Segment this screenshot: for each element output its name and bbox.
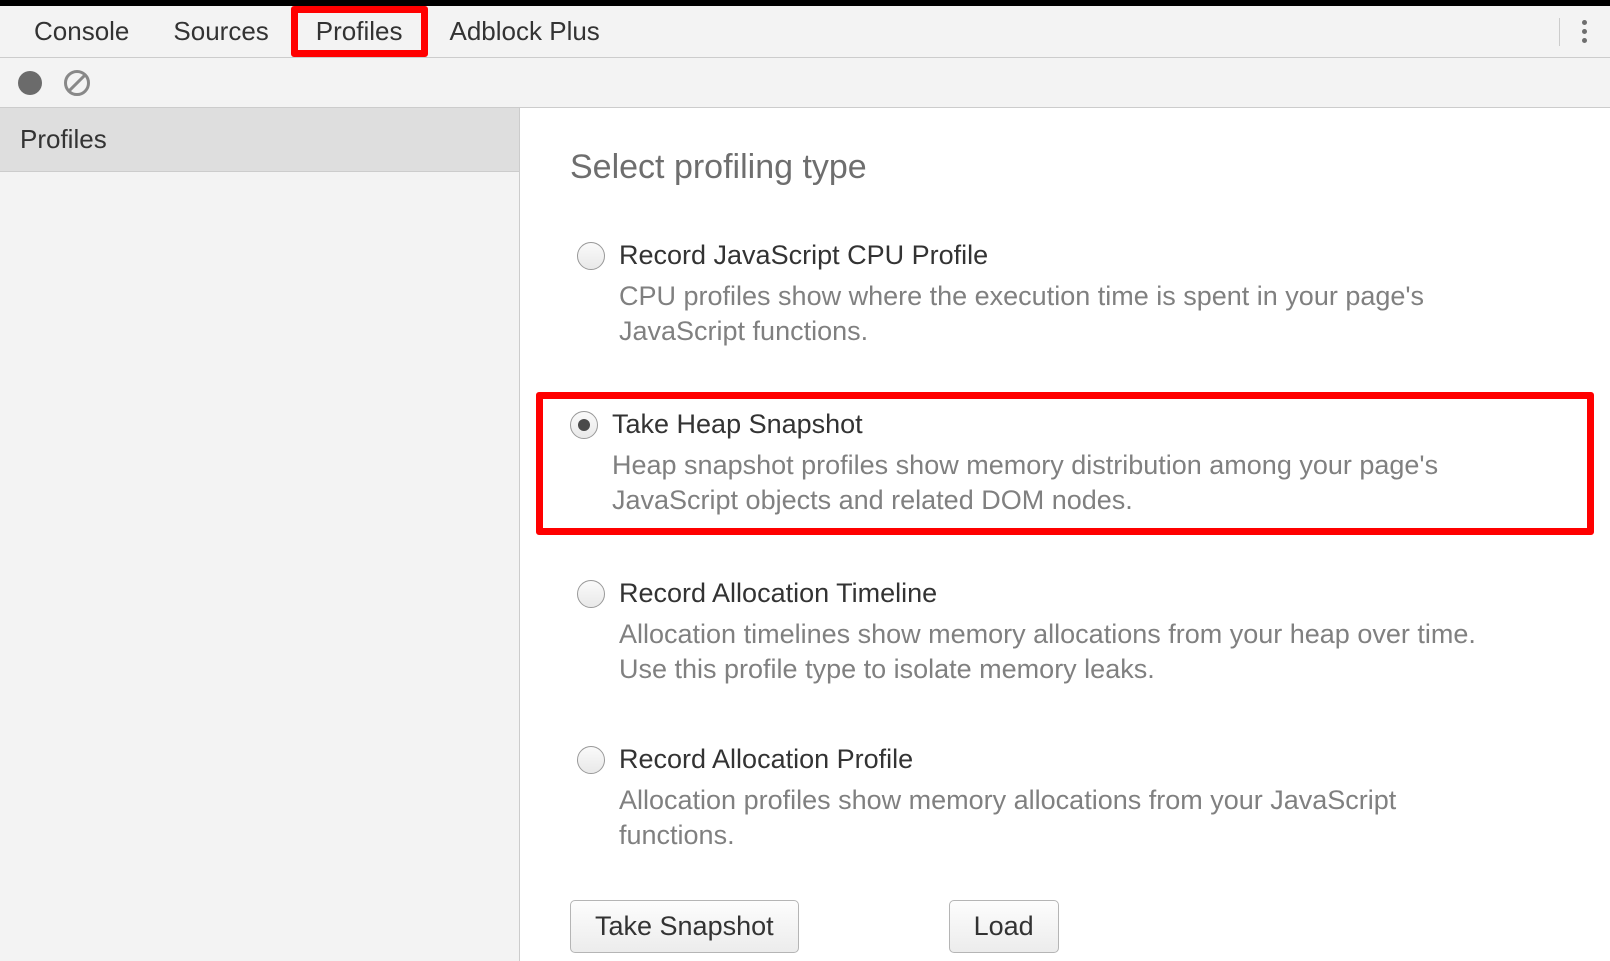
radio-icon[interactable] bbox=[570, 411, 598, 439]
option-desc: Heap snapshot profiles show memory distr… bbox=[612, 448, 1512, 518]
tab-adblock-plus[interactable]: Adblock Plus bbox=[428, 6, 622, 57]
option-heap-snapshot[interactable]: Take Heap Snapshot Heap snapshot profile… bbox=[536, 392, 1594, 535]
option-desc: CPU profiles show where the execution ti… bbox=[619, 279, 1519, 349]
record-icon[interactable] bbox=[18, 71, 42, 95]
option-allocation-timeline[interactable]: Record Allocation Timeline Allocation ti… bbox=[560, 565, 1570, 700]
option-cpu-profile[interactable]: Record JavaScript CPU Profile CPU profil… bbox=[560, 227, 1570, 362]
option-title: Take Heap Snapshot bbox=[612, 409, 1560, 440]
option-desc: Allocation timelines show memory allocat… bbox=[619, 617, 1519, 687]
tab-console[interactable]: Console bbox=[12, 6, 151, 57]
tab-bar: Console Sources Profiles Adblock Plus bbox=[0, 6, 1610, 58]
sidebar: Profiles bbox=[0, 108, 520, 961]
devtools-window: Console Sources Profiles Adblock Plus Pr… bbox=[0, 0, 1610, 961]
profiling-options: Record JavaScript CPU Profile CPU profil… bbox=[560, 227, 1570, 866]
radio-icon[interactable] bbox=[577, 242, 605, 270]
radio-icon[interactable] bbox=[577, 746, 605, 774]
toolbar bbox=[0, 58, 1610, 108]
sidebar-item-profiles[interactable]: Profiles bbox=[0, 108, 519, 172]
tab-sources[interactable]: Sources bbox=[151, 6, 290, 57]
option-title: Record Allocation Timeline bbox=[619, 578, 1553, 609]
load-button[interactable]: Load bbox=[949, 900, 1059, 953]
option-title: Record Allocation Profile bbox=[619, 744, 1553, 775]
take-snapshot-button[interactable]: Take Snapshot bbox=[570, 900, 799, 953]
main-body: Profiles Select profiling type Record Ja… bbox=[0, 108, 1610, 961]
option-desc: Allocation profiles show memory allocati… bbox=[619, 783, 1519, 853]
content-panel: Select profiling type Record JavaScript … bbox=[520, 108, 1610, 961]
button-row: Take Snapshot Load bbox=[570, 900, 1570, 953]
clear-icon[interactable] bbox=[64, 70, 90, 96]
option-title: Record JavaScript CPU Profile bbox=[619, 240, 1553, 271]
content-heading: Select profiling type bbox=[570, 148, 1570, 187]
option-allocation-profile[interactable]: Record Allocation Profile Allocation pro… bbox=[560, 731, 1570, 866]
kebab-menu-icon[interactable] bbox=[1570, 12, 1598, 51]
tab-divider bbox=[1559, 18, 1560, 46]
option-text: Record Allocation Timeline Allocation ti… bbox=[619, 578, 1553, 687]
tab-profiles[interactable]: Profiles bbox=[291, 6, 428, 57]
radio-icon[interactable] bbox=[577, 580, 605, 608]
option-text: Take Heap Snapshot Heap snapshot profile… bbox=[612, 409, 1560, 518]
option-text: Record JavaScript CPU Profile CPU profil… bbox=[619, 240, 1553, 349]
option-text: Record Allocation Profile Allocation pro… bbox=[619, 744, 1553, 853]
